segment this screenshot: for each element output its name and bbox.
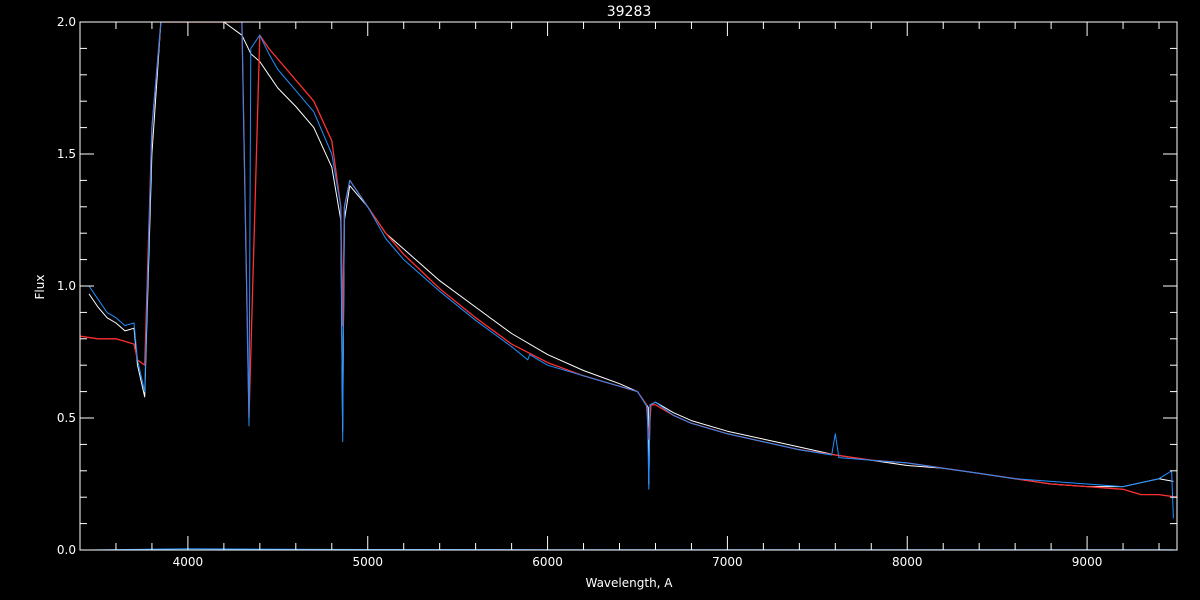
spectrum-chart: 39283 Wavelength, A Flux 4000 5000 6000 700… <box>0 0 1200 600</box>
y-tick-label: 2.0 <box>57 15 76 29</box>
x-tick-label: 5000 <box>352 555 383 569</box>
x-tick-label: 9000 <box>1072 555 1103 569</box>
y-tick-label: 1.5 <box>57 147 76 161</box>
x-tick-label: 6000 <box>532 555 563 569</box>
chart-background <box>0 0 1200 600</box>
x-tick-label: 7000 <box>712 555 743 569</box>
y-axis-label: Flux <box>33 275 47 300</box>
y-tick-label: 0.0 <box>57 543 76 557</box>
chart-title: 39283 <box>607 4 652 20</box>
y-tick-label: 1.0 <box>57 279 76 293</box>
x-axis-label: Wavelength, A <box>585 576 673 590</box>
x-tick-label: 4000 <box>173 555 204 569</box>
y-tick-label: 0.5 <box>57 411 76 425</box>
x-tick-label: 8000 <box>892 555 923 569</box>
